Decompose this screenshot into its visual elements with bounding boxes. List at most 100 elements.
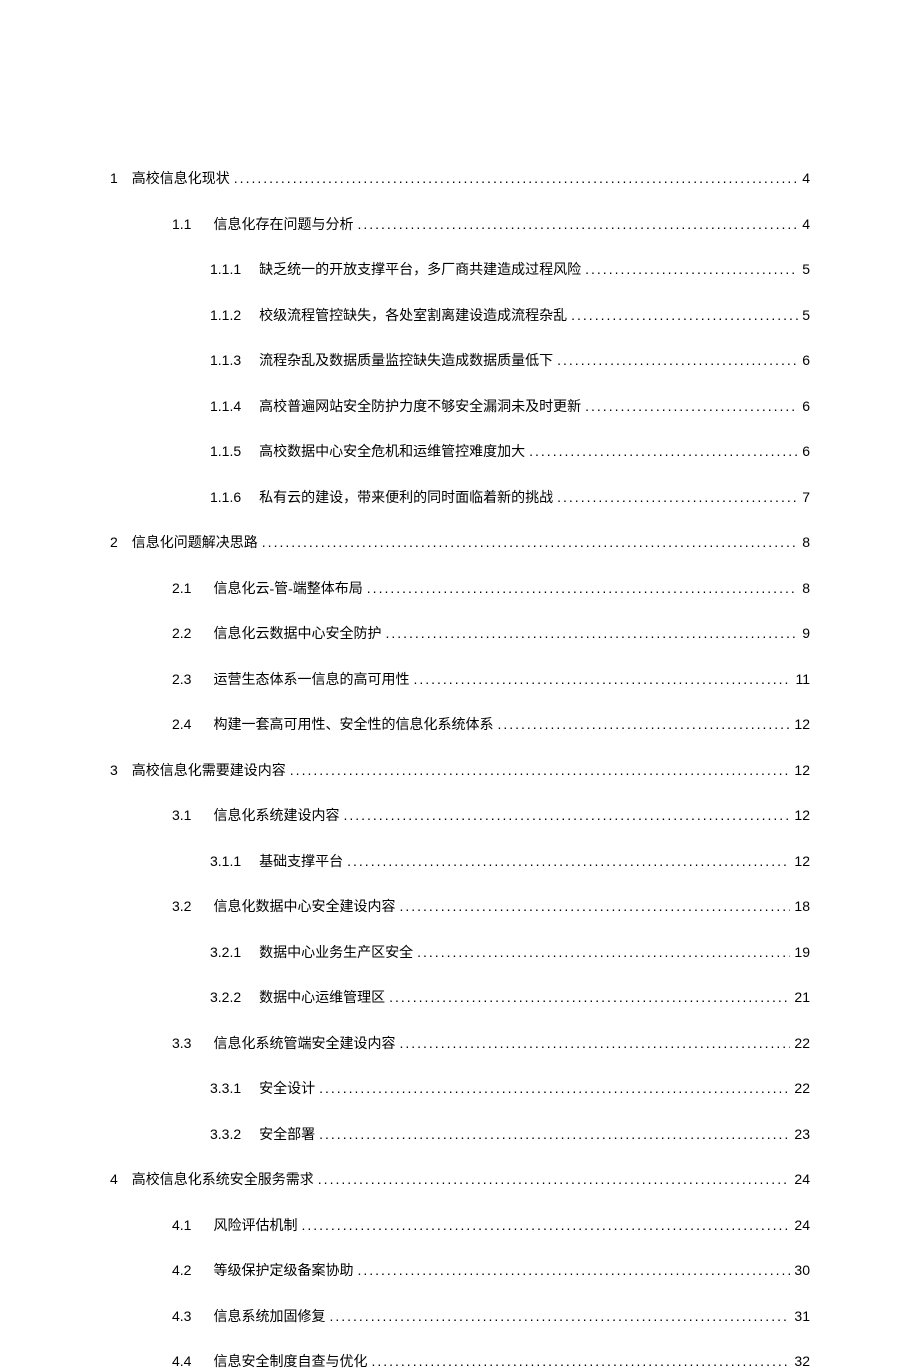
toc-page-number: 18: [794, 898, 810, 914]
toc-leader-dots: [571, 307, 798, 323]
toc-title: 风险评估机制: [213, 1215, 297, 1235]
toc-title: 高校数据中心安全危机和运维管控难度加大: [259, 441, 525, 461]
toc-number: 2.3: [172, 671, 191, 687]
toc-title: 高校信息化系统安全服务需求: [132, 1169, 314, 1189]
toc-page-number: 7: [802, 489, 810, 505]
toc-number: 4.3: [172, 1308, 191, 1324]
toc-page-number: 8: [802, 534, 810, 550]
toc-entry[interactable]: 1.1.6私有云的建设，带来便利的同时面临着新的挑战7: [110, 487, 810, 507]
toc-title: 信息安全制度自查与优化: [213, 1351, 367, 1371]
toc-entry[interactable]: 2.2信息化云数据中心安全防护9: [110, 623, 810, 643]
toc-number: 1.1.4: [210, 398, 241, 414]
toc-leader-dots: [399, 898, 790, 914]
toc-page-number: 12: [794, 807, 810, 823]
toc-entry[interactable]: 3.3.2安全部署23: [110, 1124, 810, 1144]
toc-leader-dots: [389, 989, 790, 1005]
toc-entry[interactable]: 1.1.4 高校普遍网站安全防护力度不够安全漏洞未及时更新 6: [110, 396, 810, 416]
toc-leader-dots: [343, 807, 790, 823]
toc-entry[interactable]: 3.2信息化数据中心安全建设内容18: [110, 896, 810, 916]
toc-leader-dots: [585, 398, 798, 414]
toc-page-number: 12: [794, 762, 810, 778]
toc-entry[interactable]: 4.1风险评估机制24: [110, 1215, 810, 1235]
toc-number: 3: [110, 762, 118, 778]
toc-page-number: 6: [802, 352, 810, 368]
toc-title: 信息化系统建设内容: [213, 805, 339, 825]
toc-leader-dots: [399, 1035, 790, 1051]
toc-entry[interactable]: 2.4构建一套高可用性、安全性的信息化系统体系12: [110, 714, 810, 734]
toc-page-number: 24: [794, 1217, 810, 1233]
toc-leader-dots: [347, 853, 790, 869]
toc-page-number: 6: [802, 398, 810, 414]
toc-page-number: 5: [802, 307, 810, 323]
toc-number: 3.2.1: [210, 944, 241, 960]
toc-page-number: 31: [794, 1308, 810, 1324]
toc-page-number: 8: [802, 580, 810, 596]
toc-entry[interactable]: 4.2等级保护定级备案协助30: [110, 1260, 810, 1280]
toc-leader-dots: [290, 762, 791, 778]
toc-number: 4.2: [172, 1262, 191, 1278]
toc-title: 信息化云-管-端整体布局: [213, 578, 362, 598]
toc-entry[interactable]: 1.1.1缺乏统一的开放支撑平台，多厂商共建造成过程风险5: [110, 259, 810, 279]
toc-entry[interactable]: 2.1 信息化云-管-端整体布局 8: [110, 578, 810, 598]
toc-title: 校级流程管控缺失，各处室割离建设造成流程杂乱: [259, 305, 567, 325]
toc-number: 1.1.6: [210, 489, 241, 505]
toc-number: 2.1: [172, 580, 191, 596]
toc-leader-dots: [357, 1262, 790, 1278]
toc-number: 3.1: [172, 807, 191, 823]
toc-entry[interactable]: 3.1.1基础支撑平台12: [110, 851, 810, 871]
toc-entry[interactable]: 3.3.1安全设计22: [110, 1078, 810, 1098]
toc-leader-dots: [385, 625, 798, 641]
toc-leader-dots: [262, 534, 798, 550]
toc-leader-dots: [413, 671, 791, 687]
toc-entry[interactable]: 1高校信息化现状4: [110, 168, 810, 188]
toc-page-number: 21: [794, 989, 810, 1005]
toc-leader-dots: [367, 580, 798, 596]
toc-number: 2.4: [172, 716, 191, 732]
toc-page-number: 12: [794, 853, 810, 869]
toc-leader-dots: [318, 1171, 791, 1187]
toc-entry[interactable]: 1.1.3流程杂乱及数据质量监控缺失造成数据质量低下6: [110, 350, 810, 370]
toc-title: 信息化问题解决思路: [132, 532, 258, 552]
toc-title: 信息化云数据中心安全防护: [213, 623, 381, 643]
toc-entry[interactable]: 2.3运营生态体系一信息的高可用性11: [110, 669, 810, 689]
toc-title: 数据中心运维管理区: [259, 987, 385, 1007]
toc-entry[interactable]: 4高校信息化系统安全服务需求24: [110, 1169, 810, 1189]
toc-number: 1.1.3: [210, 352, 241, 368]
toc-number: 1.1.5: [210, 443, 241, 459]
toc-entry[interactable]: 3 高校信息化需要建设内容 12: [110, 760, 810, 780]
toc-number: 1.1.2: [210, 307, 241, 323]
toc-entry[interactable]: 2信息化问题解决思路8: [110, 532, 810, 552]
toc-entry[interactable]: 1.1.5 高校数据中心安全危机和运维管控难度加大 6: [110, 441, 810, 461]
toc-leader-dots: [357, 216, 798, 232]
toc-page-number: 4: [802, 216, 810, 232]
toc-page-number: 22: [794, 1035, 810, 1051]
toc-page-number: 6: [802, 443, 810, 459]
toc-entry[interactable]: 4.4信息安全制度自查与优化32: [110, 1351, 810, 1371]
toc-page-number: 19: [794, 944, 810, 960]
toc-entry[interactable]: 3.3信息化系统管端安全建设内容22: [110, 1033, 810, 1053]
toc-entry[interactable]: 3.1 信息化系统建设内容 12: [110, 805, 810, 825]
toc-title: 高校信息化需要建设内容: [132, 760, 286, 780]
toc-entry[interactable]: 3.2.2 数据中心运维管理区 21: [110, 987, 810, 1007]
toc-title: 信息化存在问题与分析: [213, 214, 353, 234]
toc-number: 3.3.1: [210, 1080, 241, 1096]
toc-leader-dots: [557, 489, 798, 505]
toc-number: 3.2.2: [210, 989, 241, 1005]
toc-leader-dots: [329, 1308, 790, 1324]
toc-leader-dots: [529, 443, 798, 459]
toc-leader-dots: [497, 716, 790, 732]
toc-leader-dots: [234, 170, 798, 186]
toc-entry[interactable]: 3.2.1数据中心业务生产区安全19: [110, 942, 810, 962]
toc-leader-dots: [417, 944, 790, 960]
toc-number: 1: [110, 170, 118, 186]
toc-number: 1.1: [172, 216, 191, 232]
toc-number: 3.3.2: [210, 1126, 241, 1142]
toc-page-number: 9: [802, 625, 810, 641]
toc-page-number: 23: [794, 1126, 810, 1142]
toc-entry[interactable]: 4.3信息系统加固修复31: [110, 1306, 810, 1326]
toc-entry[interactable]: 1.1.2 校级流程管控缺失，各处室割离建设造成流程杂乱 5: [110, 305, 810, 325]
toc-page-number: 12: [794, 716, 810, 732]
toc-title: 高校普遍网站安全防护力度不够安全漏洞未及时更新: [259, 396, 581, 416]
toc-entry[interactable]: 1.1 信息化存在问题与分析 4: [110, 214, 810, 234]
toc-leader-dots: [301, 1217, 790, 1233]
